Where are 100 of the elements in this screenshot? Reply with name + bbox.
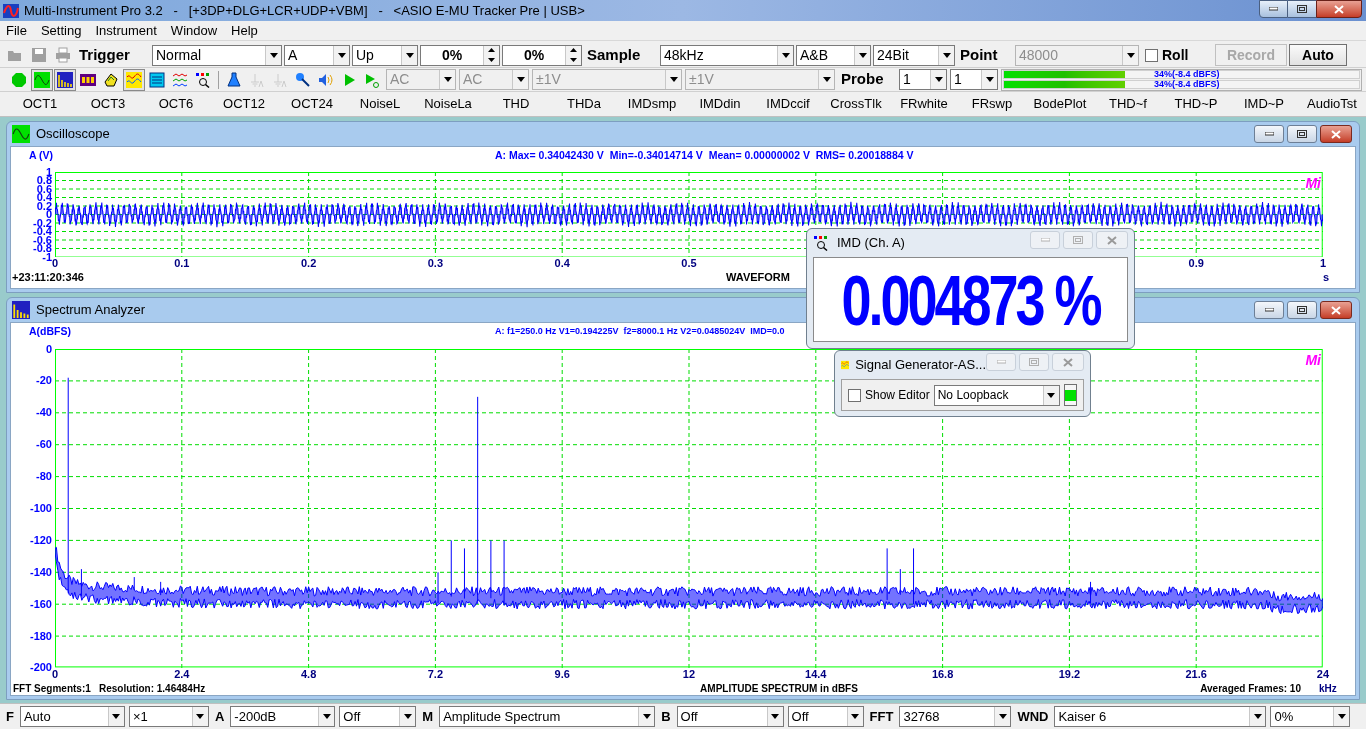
restore-button[interactable]	[1287, 301, 1317, 319]
close-button[interactable]	[1320, 125, 1352, 143]
dropdown[interactable]: Off	[787, 706, 864, 727]
instrument-button[interactable]: OCT24	[278, 94, 346, 114]
minimize-button[interactable]	[1259, 0, 1288, 18]
spinner-field[interactable]: 0%	[502, 44, 582, 66]
close-icon	[1107, 235, 1117, 245]
instrument-button[interactable]: NoiseL	[346, 94, 414, 114]
window-title: Oscilloscope	[36, 125, 110, 144]
bar-chart-icon	[12, 301, 30, 319]
colored-waves-icon	[172, 71, 188, 88]
instrument-button[interactable]: THDa	[550, 94, 618, 114]
instrument-button[interactable]: OCT1	[6, 94, 74, 114]
instrument-button[interactable]: IMDccif	[754, 94, 822, 114]
dropdown[interactable]: 24Bit	[873, 44, 955, 66]
instrument-button[interactable]: THD	[482, 94, 550, 114]
instrument-button[interactable]: OCT3	[74, 94, 142, 114]
dropdown[interactable]: 32768	[899, 706, 1012, 727]
spinner-arrows-icon[interactable]	[565, 45, 581, 65]
menu-item[interactable]: Window	[170, 20, 218, 41]
instrument-button[interactable]: IMD~P	[1230, 94, 1298, 114]
minimize-button[interactable]	[1254, 301, 1284, 319]
tool-button[interactable]	[54, 68, 76, 91]
caret-icon	[333, 45, 349, 65]
dropdown[interactable]: A&B	[796, 44, 871, 66]
dropdown[interactable]: Amplitude Spectrum	[439, 706, 656, 727]
window-title: Spectrum Analyzer	[36, 301, 146, 320]
instrument-button[interactable]: BodePlot	[1026, 94, 1094, 114]
dropdown[interactable]: Kaiser 6	[1054, 706, 1267, 727]
dropdown[interactable]: A	[284, 44, 350, 66]
checkbox[interactable]	[848, 388, 861, 402]
caret-icon	[265, 45, 281, 65]
menu-item[interactable]: Instrument	[95, 20, 157, 41]
y-tick-label: -40	[36, 407, 52, 419]
dropdown[interactable]: Up	[352, 44, 418, 66]
restore-button[interactable]	[1288, 0, 1316, 18]
instrument-button[interactable]: IMDdin	[686, 94, 754, 114]
menu-item[interactable]: Help	[231, 20, 258, 41]
caret-icon	[994, 707, 1011, 726]
minimize-icon	[1264, 308, 1274, 312]
dropdown[interactable]: -200dB	[230, 706, 336, 727]
x-tick-label: 7.2	[427, 668, 444, 681]
caret-icon	[981, 70, 997, 89]
x-tick-label: 9.6	[554, 668, 570, 681]
menu-item[interactable]: Setting	[40, 20, 82, 41]
dropdown[interactable]: Normal	[152, 44, 282, 66]
flask-icon	[226, 71, 242, 88]
spinner-field[interactable]: 0%	[420, 44, 500, 66]
instrument-button[interactable]: FRwhite	[890, 94, 958, 114]
toolbar-button[interactable]: Auto	[1289, 44, 1347, 66]
spinner-arrows-icon[interactable]	[483, 45, 499, 65]
axis-label: A (V)	[28, 148, 55, 164]
meter-reading: 34%(-8.4 dBFS)	[1154, 79, 1220, 90]
field-label: F	[5, 707, 15, 726]
instrument-button[interactable]: CrossTlk	[822, 94, 890, 114]
dropdown[interactable]: 48kHz	[660, 44, 794, 66]
measurement-readout: A: f1=250.0 Hz V1=0.194225V f2=8000.1 Hz V2=0.0485024V IMD=0.0	[495, 325, 785, 339]
caret-icon	[777, 45, 793, 65]
probe-icon	[295, 71, 311, 88]
sine-wave-icon	[34, 71, 50, 88]
instrument-button[interactable]: NoiseLa	[414, 94, 482, 114]
window-title: Signal Generator-AS...	[855, 356, 986, 375]
minimize-icon	[996, 360, 1006, 364]
instrument-button[interactable]: THD~f	[1094, 94, 1162, 114]
dropdown[interactable]: Auto	[19, 706, 125, 727]
close-button[interactable]	[1320, 301, 1352, 319]
dropdown[interactable]: No Loopback	[933, 384, 1060, 406]
dropdown[interactable]: Off	[339, 706, 417, 727]
menu-item[interactable]: File	[6, 20, 27, 41]
tool-button[interactable]	[31, 68, 53, 91]
generator-toggle-button[interactable]	[1063, 384, 1077, 406]
instrument-button[interactable]: OCT6	[142, 94, 210, 114]
minimize-button[interactable]	[1254, 125, 1284, 143]
close-button[interactable]	[1316, 0, 1362, 18]
instrument-button[interactable]: THD~P	[1162, 94, 1230, 114]
checkbox[interactable]	[1145, 48, 1158, 62]
restore-icon	[1073, 236, 1083, 244]
dropdown[interactable]: 0%	[1270, 706, 1351, 727]
dropdown[interactable]: 1	[899, 69, 947, 90]
instrument-button[interactable]: IMDsmp	[618, 94, 686, 114]
y-tick-label: -80	[36, 471, 52, 483]
x-tick-label: 4.8	[300, 668, 317, 681]
caret-icon	[665, 70, 681, 89]
instrument-button[interactable]: AudioTst	[1298, 94, 1366, 114]
octagon-icon	[11, 71, 27, 88]
x-tick-label: 0	[51, 668, 59, 681]
window-title: IMD (Ch. A)	[837, 234, 905, 253]
dropdown[interactable]: ×1	[128, 706, 209, 727]
status-light-icon	[1064, 389, 1076, 401]
dropdown[interactable]: Off	[676, 706, 784, 727]
dropdown[interactable]: 1	[950, 69, 998, 90]
caret-icon	[399, 707, 416, 726]
restore-button[interactable]	[1287, 125, 1317, 143]
y-tick-label: -1	[42, 251, 52, 263]
close-icon	[1334, 4, 1344, 14]
instrument-button[interactable]: FRswp	[958, 94, 1026, 114]
minimize-icon	[1040, 238, 1050, 242]
instrument-button[interactable]: OCT12	[210, 94, 278, 114]
caret-icon	[854, 45, 870, 65]
caret-icon	[766, 707, 783, 726]
